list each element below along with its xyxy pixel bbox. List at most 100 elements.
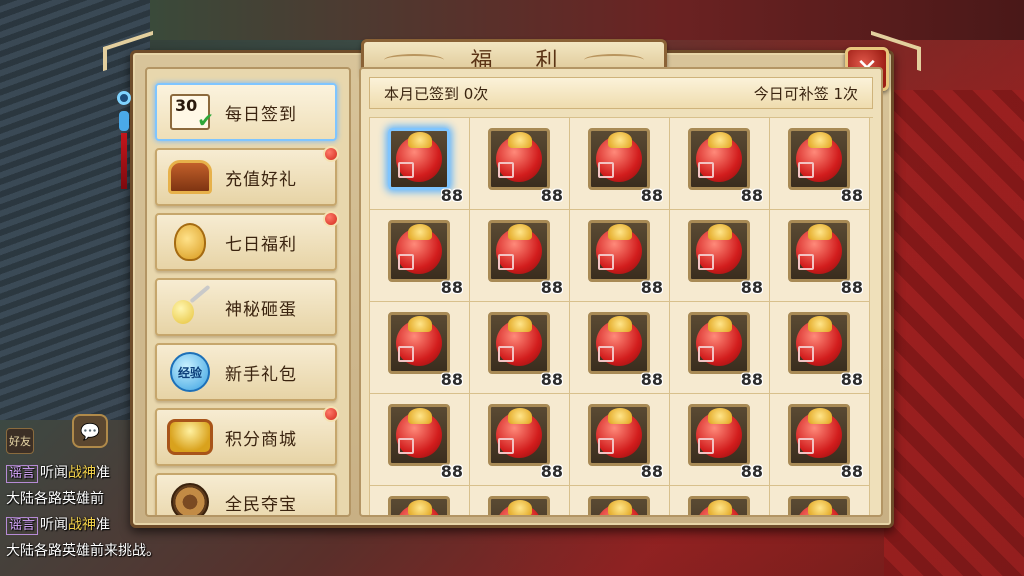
gold-treasure-icon (165, 415, 215, 459)
reward-item-slot[interactable] (588, 220, 650, 282)
friends-button[interactable]: 好友 (6, 428, 34, 454)
sidebar-item-label: 每日签到 (225, 104, 297, 125)
red-gift-pouch-icon (496, 224, 542, 274)
red-gift-pouch-icon (596, 408, 642, 458)
reward-item-slot[interactable] (788, 312, 850, 374)
reward-cell[interactable]: 88 (370, 302, 470, 394)
reward-item-slot[interactable] (388, 128, 450, 190)
red-gift-pouch-icon (496, 408, 542, 458)
reward-item-slot[interactable] (388, 404, 450, 466)
sidebar-item-mystery-egg[interactable]: 神秘砸蛋 (155, 278, 337, 336)
red-gift-pouch-icon (696, 500, 742, 515)
rumor-tag: 谣言 (6, 465, 39, 483)
item-count: 88 (640, 278, 663, 297)
reward-cell[interactable]: 88 (770, 302, 870, 394)
reward-item-slot[interactable] (488, 312, 550, 374)
item-count: 88 (740, 462, 763, 481)
reward-cell[interactable]: 88 (470, 118, 570, 210)
item-count: 88 (540, 370, 563, 389)
reward-item-slot[interactable] (588, 312, 650, 374)
reward-cell[interactable]: 88 (570, 210, 670, 302)
sidebar-item-points-shop[interactable]: 积分商城 (155, 406, 339, 466)
rumor-tag: 谣言 (6, 517, 39, 535)
item-count: 88 (540, 278, 563, 297)
reward-cell[interactable]: 88 (370, 394, 470, 486)
golden-egg-icon (165, 284, 215, 329)
red-gift-pouch-icon (396, 500, 442, 515)
reward-item-slot[interactable] (688, 404, 750, 466)
reward-item-slot[interactable] (488, 496, 550, 515)
red-gift-pouch-icon (396, 408, 442, 458)
reward-cell[interactable]: 88 (670, 118, 770, 210)
item-count: 88 (840, 278, 863, 297)
reward-cell[interactable]: 88 (770, 210, 870, 302)
reward-cell[interactable]: 88 (570, 118, 670, 210)
sidebar-item-newbie-pack[interactable]: 经验 新手礼包 (155, 343, 337, 401)
reward-item-slot[interactable] (388, 496, 450, 515)
red-gift-pouch-icon (496, 132, 542, 182)
sidebar-item-seven-day[interactable]: 七日福利 (155, 211, 339, 271)
reward-cell[interactable]: 88 (370, 118, 470, 210)
reward-item-slot[interactable] (588, 128, 650, 190)
item-count: 88 (840, 370, 863, 389)
sidebar-item-label: 积分商城 (225, 429, 297, 450)
reward-cell[interactable]: 88 (370, 486, 470, 515)
reward-item-slot[interactable] (588, 404, 650, 466)
reward-item-slot[interactable] (788, 496, 850, 515)
reward-item-slot[interactable] (788, 128, 850, 190)
sidebar-item-recharge-gift[interactable]: 充值好礼 (155, 146, 339, 206)
reward-item-slot[interactable] (588, 496, 650, 515)
reward-item-slot[interactable] (488, 128, 550, 190)
signed-count-text: 本月已签到 0次 (384, 84, 489, 103)
reward-item-slot[interactable] (788, 404, 850, 466)
reward-item-slot[interactable] (688, 128, 750, 190)
reward-cell[interactable]: 88 (670, 486, 770, 515)
red-gift-pouch-icon (796, 408, 842, 458)
reward-cell[interactable]: 88 (570, 486, 670, 515)
reward-cell[interactable]: 88 (470, 486, 570, 515)
reward-item-slot[interactable] (688, 496, 750, 515)
reward-item-slot[interactable] (388, 220, 450, 282)
red-gift-pouch-icon (396, 132, 442, 182)
red-gift-pouch-icon (796, 500, 842, 515)
reward-item-slot[interactable] (388, 312, 450, 374)
reward-cell[interactable]: 88 (670, 210, 770, 302)
reward-cell[interactable]: 88 (770, 394, 870, 486)
item-count: 88 (840, 186, 863, 205)
chat-line: 大陆各路英雄前来挑战。 (6, 543, 160, 559)
reward-cell[interactable]: 88 (670, 302, 770, 394)
reward-cell[interactable]: 88 (470, 394, 570, 486)
reward-cell[interactable]: 88 (370, 210, 470, 302)
red-gift-pouch-icon (496, 316, 542, 366)
item-count: 88 (440, 278, 463, 297)
reward-cell[interactable]: 88 (470, 302, 570, 394)
reward-cell[interactable]: 88 (770, 118, 870, 210)
reward-item-slot[interactable] (788, 220, 850, 282)
reward-cell[interactable]: 88 (570, 394, 670, 486)
reward-item-slot[interactable] (688, 312, 750, 374)
chat-line: 谣言 听闻战神准 (6, 462, 110, 483)
reward-item-slot[interactable] (488, 220, 550, 282)
reward-cell[interactable]: 88 (770, 486, 870, 515)
sidebar-item-treasure-hunt[interactable]: 全民夺宝 (155, 473, 337, 515)
makeup-count-text: 今日可补签 1次 (753, 84, 858, 103)
red-gift-pouch-icon (696, 408, 742, 458)
notification-dot (323, 146, 339, 162)
chat-icon[interactable]: 💬 (72, 414, 108, 448)
reward-cell[interactable]: 88 (470, 210, 570, 302)
reward-item-slot[interactable] (488, 404, 550, 466)
item-count: 88 (640, 186, 663, 205)
red-gift-pouch-icon (396, 316, 442, 366)
signin-info-bar: 本月已签到 0次 今日可补签 1次 (369, 77, 873, 109)
sidebar-item-label: 充值好礼 (225, 169, 297, 190)
signin-reward-area: 本月已签到 0次 今日可补签 1次 88 88 88 88 88 88 88 88 88 88 88… (359, 67, 883, 517)
sidebar-item-daily-signin[interactable]: 30 ✔ 每日签到 (155, 83, 337, 141)
reward-cell[interactable]: 88 (670, 394, 770, 486)
reward-item-slot[interactable] (688, 220, 750, 282)
item-count: 88 (640, 370, 663, 389)
background-red-carpet (884, 90, 1024, 576)
reward-cell[interactable]: 88 (570, 302, 670, 394)
red-gift-pouch-icon (396, 224, 442, 274)
item-count: 88 (740, 278, 763, 297)
sidebar-item-label: 七日福利 (225, 234, 297, 255)
